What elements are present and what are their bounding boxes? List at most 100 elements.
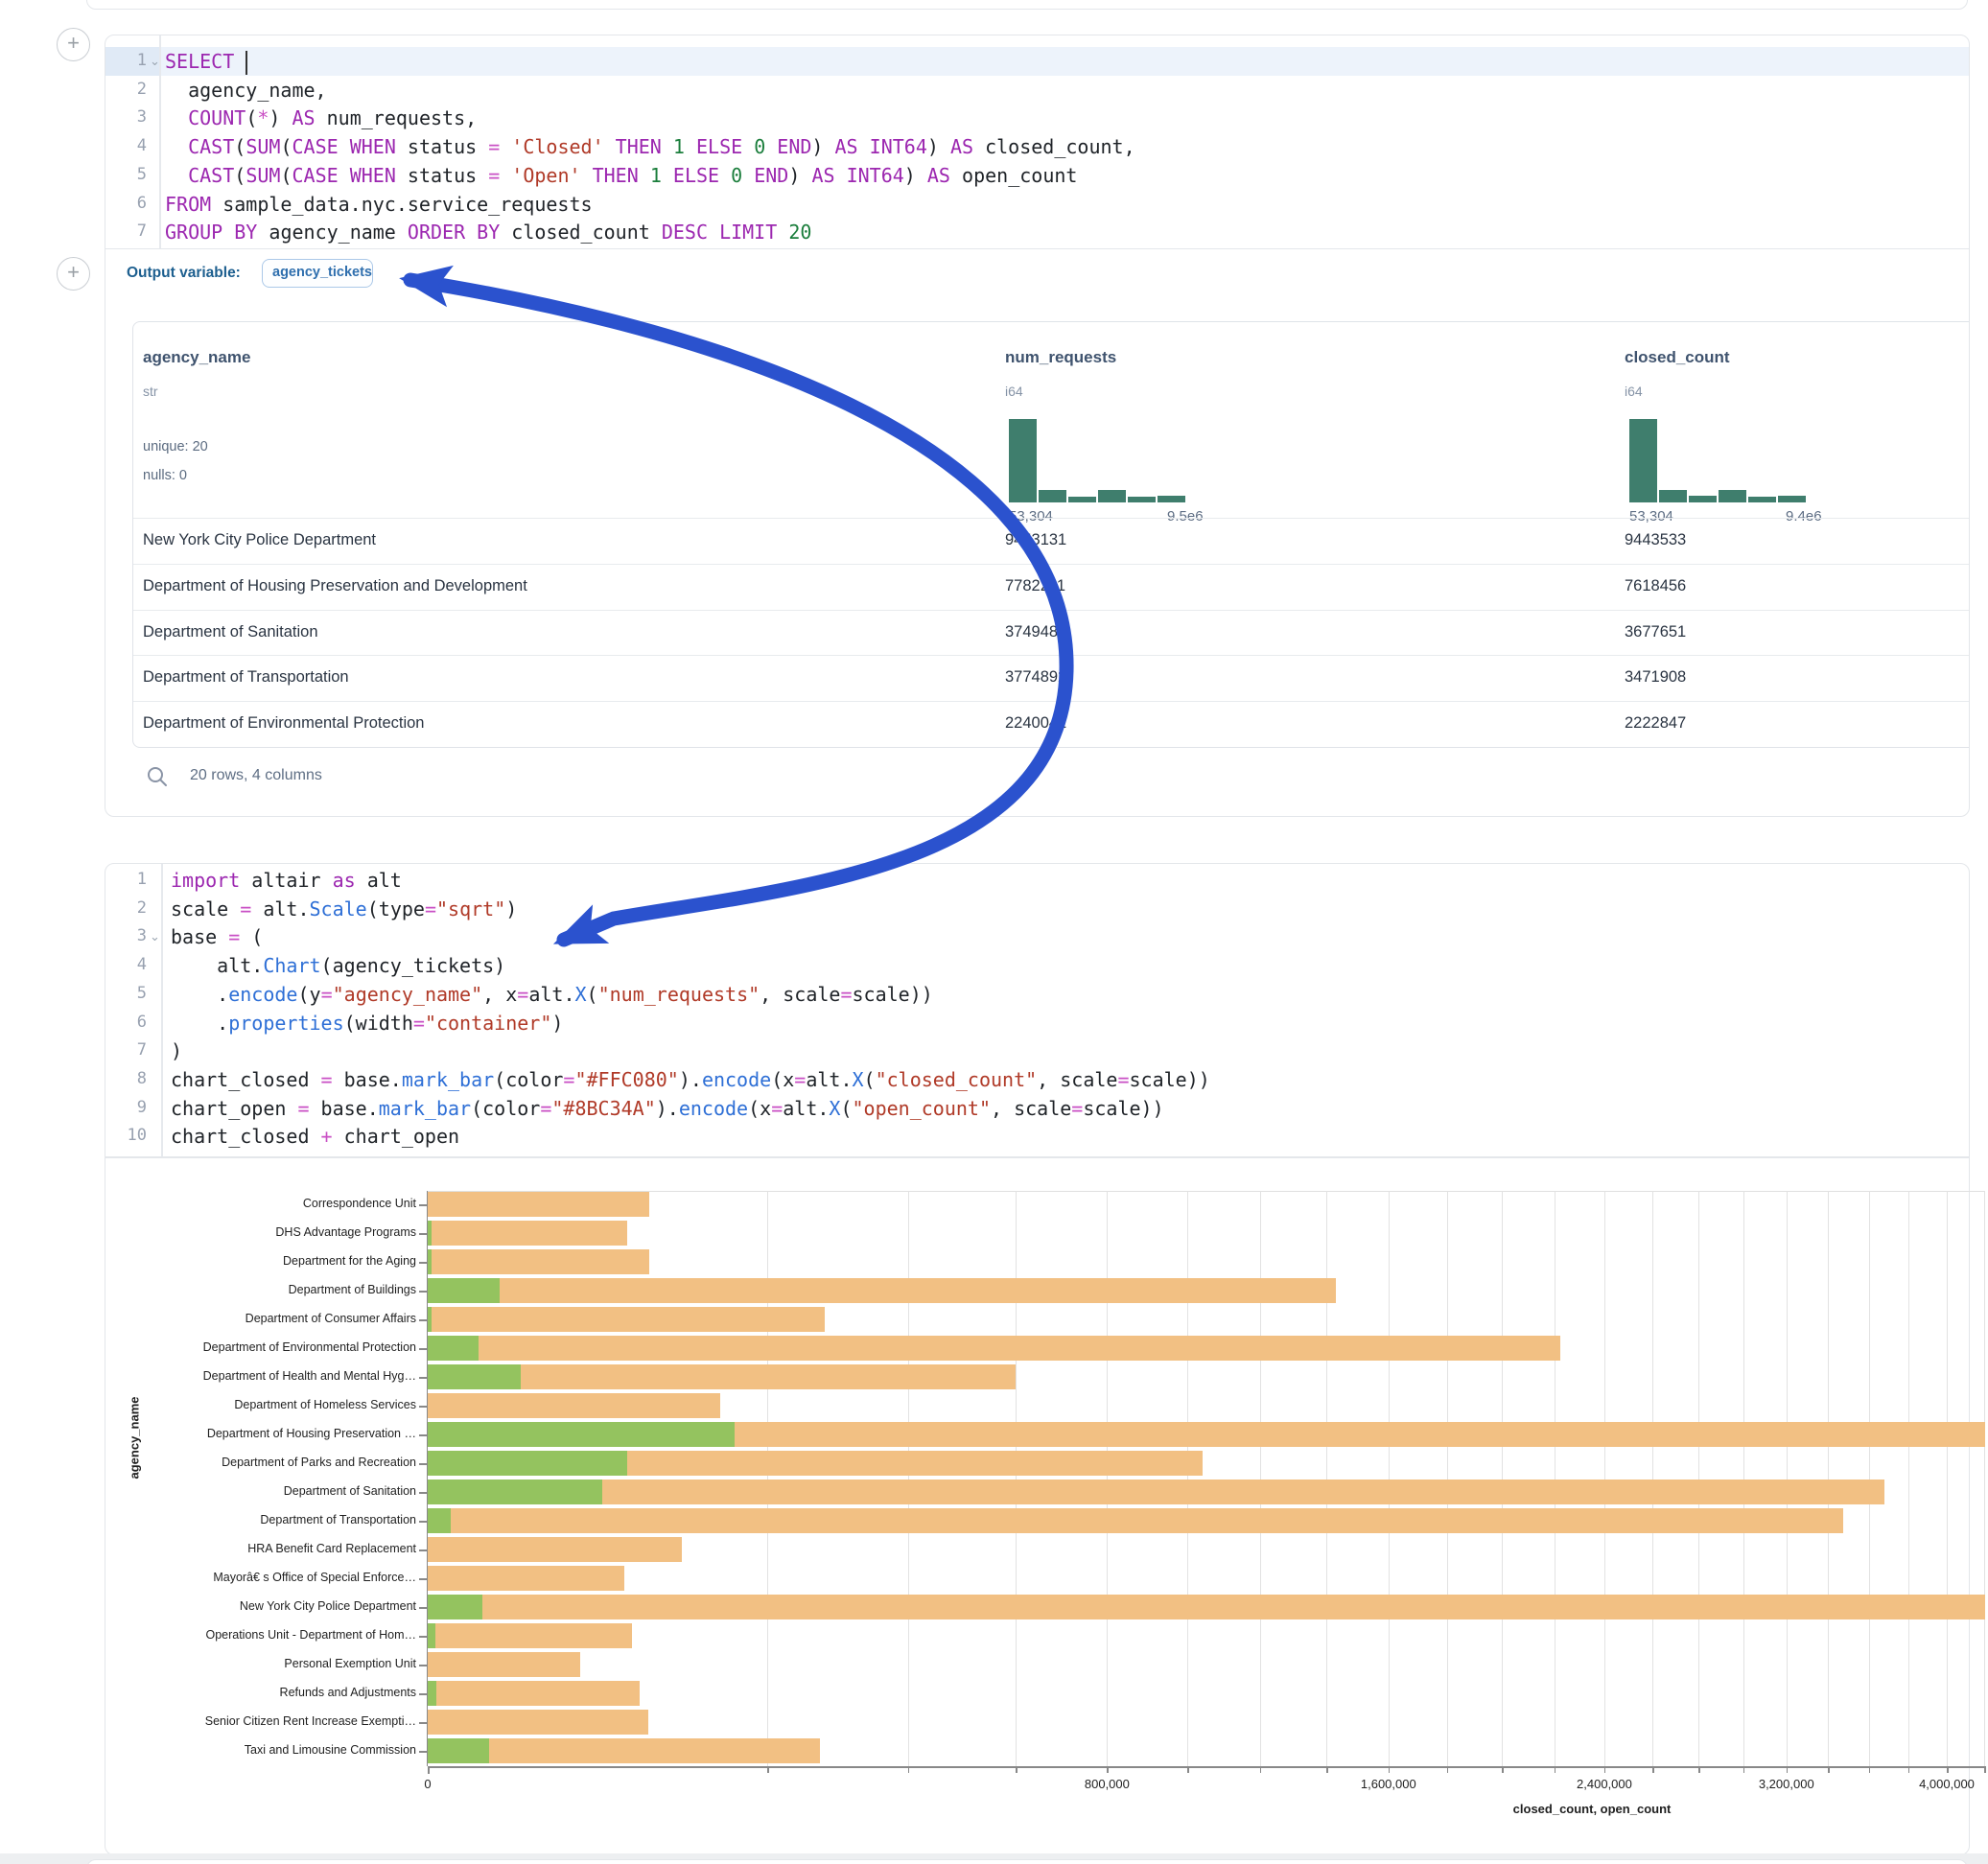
histogram-bar <box>1009 419 1037 502</box>
table-footer[interactable]: 20 rows, 4 columns <box>132 759 708 798</box>
histogram-bar <box>1158 496 1185 502</box>
histogram-bar <box>1689 496 1717 502</box>
row-count-text: 20 rows, 4 columns <box>190 767 322 784</box>
code-text: chart_open = base.mark_bar(color="#8BC34… <box>171 1095 1164 1124</box>
table-cell: Department of Sanitation <box>143 623 318 641</box>
code-text: .properties(width="container") <box>171 1010 563 1038</box>
line-number: 3 <box>105 107 147 127</box>
line-number: 3 <box>105 926 147 945</box>
histogram-bar <box>1778 496 1806 502</box>
code-text: base = ( <box>171 923 263 952</box>
text-cursor <box>246 51 247 75</box>
table-cell: Department of Transportation <box>143 668 349 687</box>
column-header-agency-name[interactable]: agency_name <box>143 348 250 367</box>
code-text: chart_closed + chart_open <box>171 1123 459 1152</box>
table-row[interactable]: Department of Sanitation 3749485 3677651 <box>133 610 1970 657</box>
x-axis-tick <box>1984 1766 1986 1773</box>
histogram-bar <box>1098 490 1126 502</box>
table-cell: New York City Police Department <box>143 531 376 549</box>
line-number: 6 <box>105 1013 147 1032</box>
python-code-editor[interactable]: 1 import altair as alt 2 scale = alt.Scale(… <box>105 866 1969 1153</box>
add-cell-button-mid[interactable]: + <box>57 257 90 291</box>
fold-chevron-icon[interactable]: ⌄ <box>150 929 160 944</box>
column-header-closed-count[interactable]: closed_count <box>1625 348 1730 367</box>
line-number: 2 <box>105 80 147 99</box>
code-text: FROM sample_data.nyc.service_requests <box>165 191 593 220</box>
code-line[interactable]: 3⌄ base = ( <box>105 922 1969 951</box>
output-variable-label: Output variable: <box>127 265 241 282</box>
code-line[interactable]: 4 CAST(SUM(CASE WHEN status = 'Closed' T… <box>105 132 1969 161</box>
code-line[interactable]: 5 CAST(SUM(CASE WHEN status = 'Open' THE… <box>105 161 1969 190</box>
gridline <box>1984 1191 1985 1766</box>
code-line[interactable]: 2 scale = alt.Scale(type="sqrt") <box>105 895 1969 923</box>
code-text: agency_name, <box>165 77 327 105</box>
column-stat-nulls: nulls: 0 <box>143 468 187 483</box>
histogram-bar <box>1128 497 1156 502</box>
table-cell: 3774892 <box>1005 668 1066 687</box>
table-cell: 3677651 <box>1625 623 1686 641</box>
histogram-bar <box>1659 490 1687 502</box>
line-number: 5 <box>105 165 147 184</box>
column-stat-unique: unique: 20 <box>143 439 208 454</box>
histogram-num-requests <box>1009 419 1186 502</box>
line-number: 7 <box>105 221 147 241</box>
code-line[interactable]: 7GROUP BY agency_name ORDER BY closed_co… <box>105 218 1969 246</box>
gutter-divider-py <box>161 864 163 1156</box>
line-number: 10 <box>105 1126 147 1145</box>
code-text: alt.Chart(agency_tickets) <box>171 952 505 981</box>
code-line[interactable]: 2 agency_name, <box>105 76 1969 105</box>
line-number: 1 <box>105 51 147 70</box>
histogram-bar <box>1039 490 1066 502</box>
code-line[interactable]: 5 .encode(y="agency_name", x=alt.X("num_… <box>105 980 1969 1009</box>
line-number: 8 <box>105 1069 147 1088</box>
line-number: 2 <box>105 898 147 918</box>
column-header-num-requests[interactable]: num_requests <box>1005 348 1116 367</box>
table-row[interactable]: Department of Housing Preservation and D… <box>133 564 1970 611</box>
table-cell: 9453131 <box>1005 531 1066 549</box>
table-cell: 7618456 <box>1625 577 1686 595</box>
code-line[interactable]: 4 alt.Chart(agency_tickets) <box>105 951 1969 980</box>
code-line[interactable]: 3 COUNT(*) AS num_requests, <box>105 104 1969 132</box>
column-type-agency-name: str <box>143 384 158 399</box>
table-cell: Department of Environmental Protection <box>143 714 424 733</box>
code-output-divider <box>105 1156 1969 1158</box>
code-line[interactable]: 6 .properties(width="container") <box>105 1009 1969 1037</box>
code-text: CAST(SUM(CASE WHEN status = 'Closed' THE… <box>165 133 1135 162</box>
histogram-bar <box>1068 497 1096 502</box>
code-line[interactable]: 8 chart_closed = base.mark_bar(color="#FF… <box>105 1065 1969 1094</box>
code-line[interactable]: 1⌄SELECT <box>105 47 1969 76</box>
table-row[interactable]: Department of Environmental Protection22… <box>133 701 1970 748</box>
table-row[interactable]: Department of Transportation 3774892 34719… <box>133 655 1970 702</box>
sql-cell: 1⌄SELECT2 agency_name,3 COUNT(*) AS num_… <box>105 35 1970 817</box>
table-cell: 3749485 <box>1005 623 1066 641</box>
output-variable-row: Output variable: agency_tickets <box>105 248 1969 302</box>
table-body: New York City Police Department945313194… <box>133 518 1970 747</box>
code-line[interactable]: 6FROM sample_data.nyc.service_requests <box>105 190 1969 219</box>
line-number: 1 <box>105 870 147 889</box>
table-cell: 7782211 <box>1005 577 1065 595</box>
code-text: CAST(SUM(CASE WHEN status = 'Open' THEN … <box>165 162 1077 191</box>
code-line[interactable]: 1 import altair as alt <box>105 866 1969 895</box>
search-icon[interactable] <box>146 765 169 788</box>
table-cell: 3471908 <box>1625 668 1686 687</box>
histogram-closed-count <box>1629 419 1802 502</box>
next-cell-edge <box>86 1859 1968 1864</box>
line-number: 5 <box>105 984 147 1003</box>
code-text: .encode(y="agency_name", x=alt.X("num_re… <box>171 981 933 1010</box>
add-cell-button-top[interactable]: + <box>57 28 90 61</box>
code-text: chart_closed = base.mark_bar(color="#FFC… <box>171 1066 1210 1095</box>
gutter-divider <box>159 35 161 248</box>
code-text: scale = alt.Scale(type="sqrt") <box>171 896 517 924</box>
code-text: ) <box>171 1037 182 1066</box>
output-variable-pill[interactable]: agency_tickets <box>262 259 373 288</box>
sql-code-editor[interactable]: 1⌄SELECT2 agency_name,3 COUNT(*) AS num_… <box>105 47 1969 248</box>
code-text: import altair as alt <box>171 867 402 896</box>
code-line[interactable]: 9chart_open = base.mark_bar(color="#8BC3… <box>105 1094 1969 1123</box>
code-line[interactable]: 10 chart_closed + chart_open <box>105 1122 1969 1151</box>
code-line[interactable]: 7) <box>105 1037 1969 1065</box>
table-row[interactable]: New York City Police Department945313194… <box>133 518 1970 565</box>
code-text: COUNT(*) AS num_requests, <box>165 105 477 133</box>
previous-cell-edge <box>86 0 1968 10</box>
column-type-closed-count: i64 <box>1625 384 1643 399</box>
notebook-page: + + 1⌄SELECT2 agency_name,3 COUNT(*) AS … <box>0 0 1988 1864</box>
